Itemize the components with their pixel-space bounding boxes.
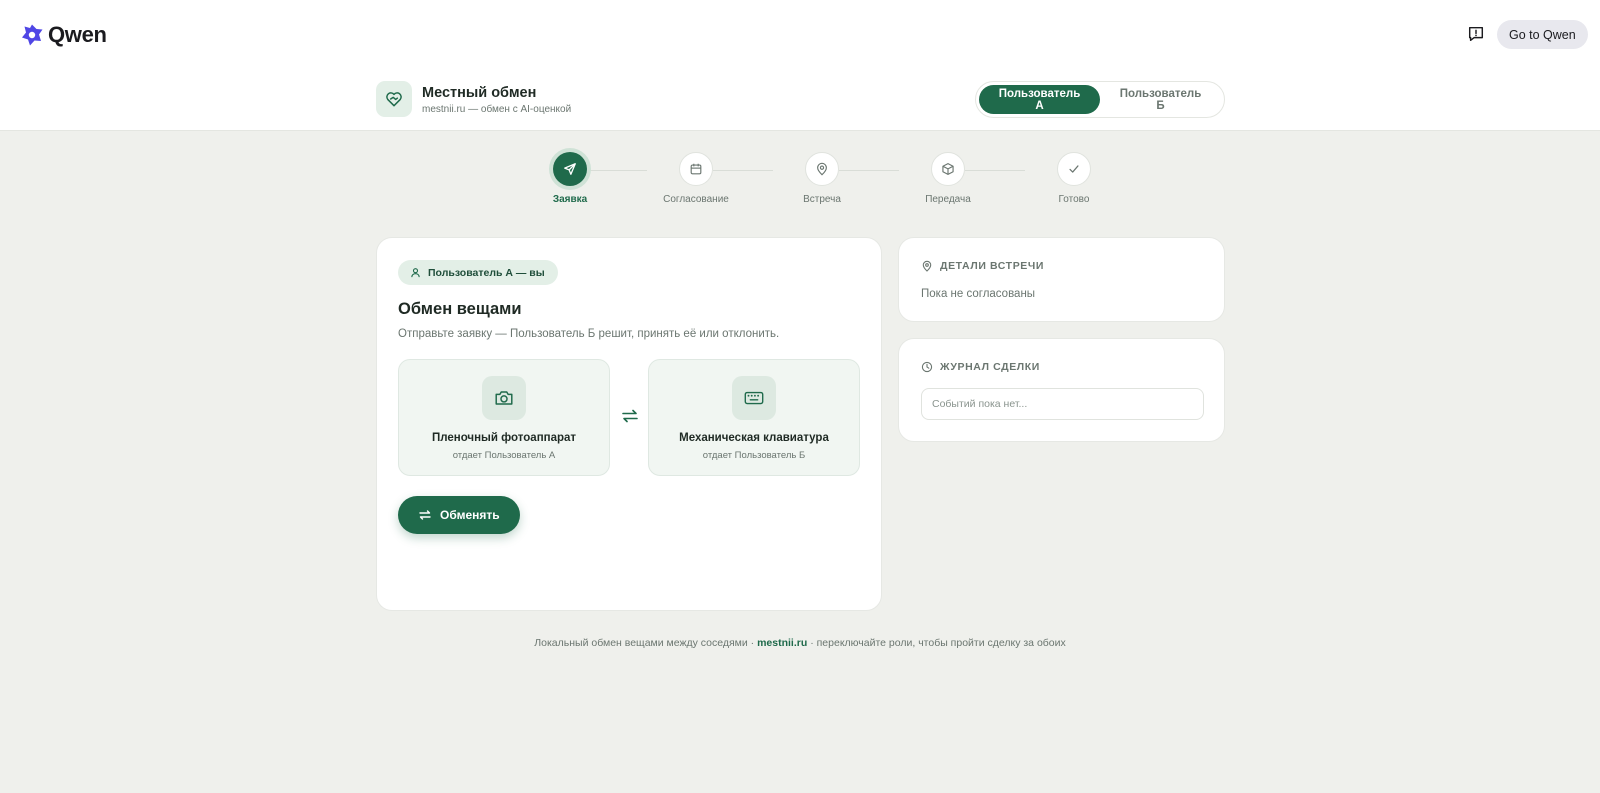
- step-request: Заявка: [520, 152, 620, 205]
- role-button-user-b[interactable]: Пользователь Б: [1100, 85, 1221, 114]
- card-description: Отправьте заявку — Пользователь Б решит,…: [398, 328, 780, 340]
- role-badge-label: Пользователь А — вы: [428, 266, 545, 279]
- swap-arrows-icon: [622, 409, 638, 423]
- step-agreement: Согласование: [646, 152, 746, 205]
- step-label: Готово: [1058, 194, 1090, 205]
- meeting-details-title: ДЕТАЛИ ВСТРЕЧИ: [940, 260, 1045, 272]
- qwen-topbar: Qwen Go to Qwen: [0, 0, 1600, 68]
- step-label: Согласование: [663, 194, 729, 205]
- item-owner: отдает Пользователь Б: [702, 450, 806, 461]
- item-card-requested[interactable]: Механическая клавиатура отдает Пользоват…: [648, 359, 860, 476]
- qwen-logo-icon: [22, 24, 43, 46]
- deal-log-field[interactable]: [921, 388, 1204, 420]
- meeting-details-card: ДЕТАЛИ ВСТРЕЧИ Пока не согласованы: [898, 237, 1225, 322]
- box-icon: [931, 152, 965, 186]
- exchange-card: Пользователь А — вы Обмен вещами Отправь…: [376, 237, 882, 611]
- footer: Локальный обмен вещами между соседями · …: [0, 637, 1600, 649]
- role-button-user-a[interactable]: Пользователь А: [979, 85, 1101, 114]
- qwen-logo-text: Qwen: [48, 22, 107, 47]
- step-done: Готово: [1024, 152, 1124, 205]
- meeting-details-status: Пока не согласованы: [921, 288, 1036, 300]
- step-meeting: Встреча: [772, 152, 872, 205]
- deal-log-title: ЖУРНАЛ СДЕЛКИ: [940, 361, 1040, 373]
- feedback-icon: [1468, 26, 1484, 42]
- meeting-details-heading: ДЕТАЛИ ВСТРЕЧИ: [921, 260, 1044, 272]
- check-icon: [1057, 152, 1091, 186]
- item-name: Механическая клавиатура: [679, 432, 829, 444]
- card-title: Обмен вещами: [398, 300, 522, 318]
- swap-arrows-icon: [419, 510, 431, 520]
- app-subtitle: mestnii.ru — обмен с AI-оценкой: [422, 104, 572, 115]
- progress-stepper: Заявка Согласование Встреча Передача Гот…: [520, 152, 1091, 212]
- footer-site-link[interactable]: mestnii.ru: [757, 637, 807, 649]
- camera-icon: [482, 376, 526, 420]
- item-owner: отдает Пользователь А: [452, 450, 556, 461]
- step-label: Передача: [925, 194, 971, 205]
- footer-text-start: Локальный обмен вещами между соседями ·: [534, 637, 758, 649]
- footer-text-end: · переключайте роли, чтобы пройти сделку…: [807, 637, 1066, 649]
- role-switcher: Пользователь А Пользователь Б: [975, 81, 1225, 118]
- user-icon: [411, 268, 420, 278]
- deal-log-card: ЖУРНАЛ СДЕЛКИ: [898, 338, 1225, 442]
- clock-icon: [921, 361, 933, 373]
- feedback-button[interactable]: [1466, 24, 1486, 44]
- exchange-button-label: Обменять: [440, 508, 500, 522]
- exchange-button[interactable]: Обменять: [398, 496, 520, 534]
- handshake-heart-icon: [376, 81, 412, 117]
- step-label: Заявка: [552, 194, 588, 205]
- app-header: Местный обмен mestnii.ru — обмен с AI-оц…: [0, 68, 1600, 131]
- qwen-logo[interactable]: Qwen: [20, 22, 107, 48]
- item-name: Пленочный фотоаппарат: [431, 432, 577, 444]
- send-icon: [553, 152, 587, 186]
- keyboard-icon: [732, 376, 776, 420]
- calendar-icon: [679, 152, 713, 186]
- app-title: Местный обмен: [422, 85, 537, 101]
- item-card-offered[interactable]: Пленочный фотоаппарат отдает Пользовател…: [398, 359, 610, 476]
- step-handover: Передача: [898, 152, 998, 205]
- current-role-badge: Пользователь А — вы: [398, 260, 558, 285]
- map-pin-icon: [805, 152, 839, 186]
- step-label: Встреча: [803, 194, 841, 205]
- map-pin-icon: [922, 260, 932, 272]
- deal-log-heading: ЖУРНАЛ СДЕЛКИ: [921, 361, 1040, 373]
- go-to-qwen-button[interactable]: Go to Qwen: [1497, 20, 1588, 49]
